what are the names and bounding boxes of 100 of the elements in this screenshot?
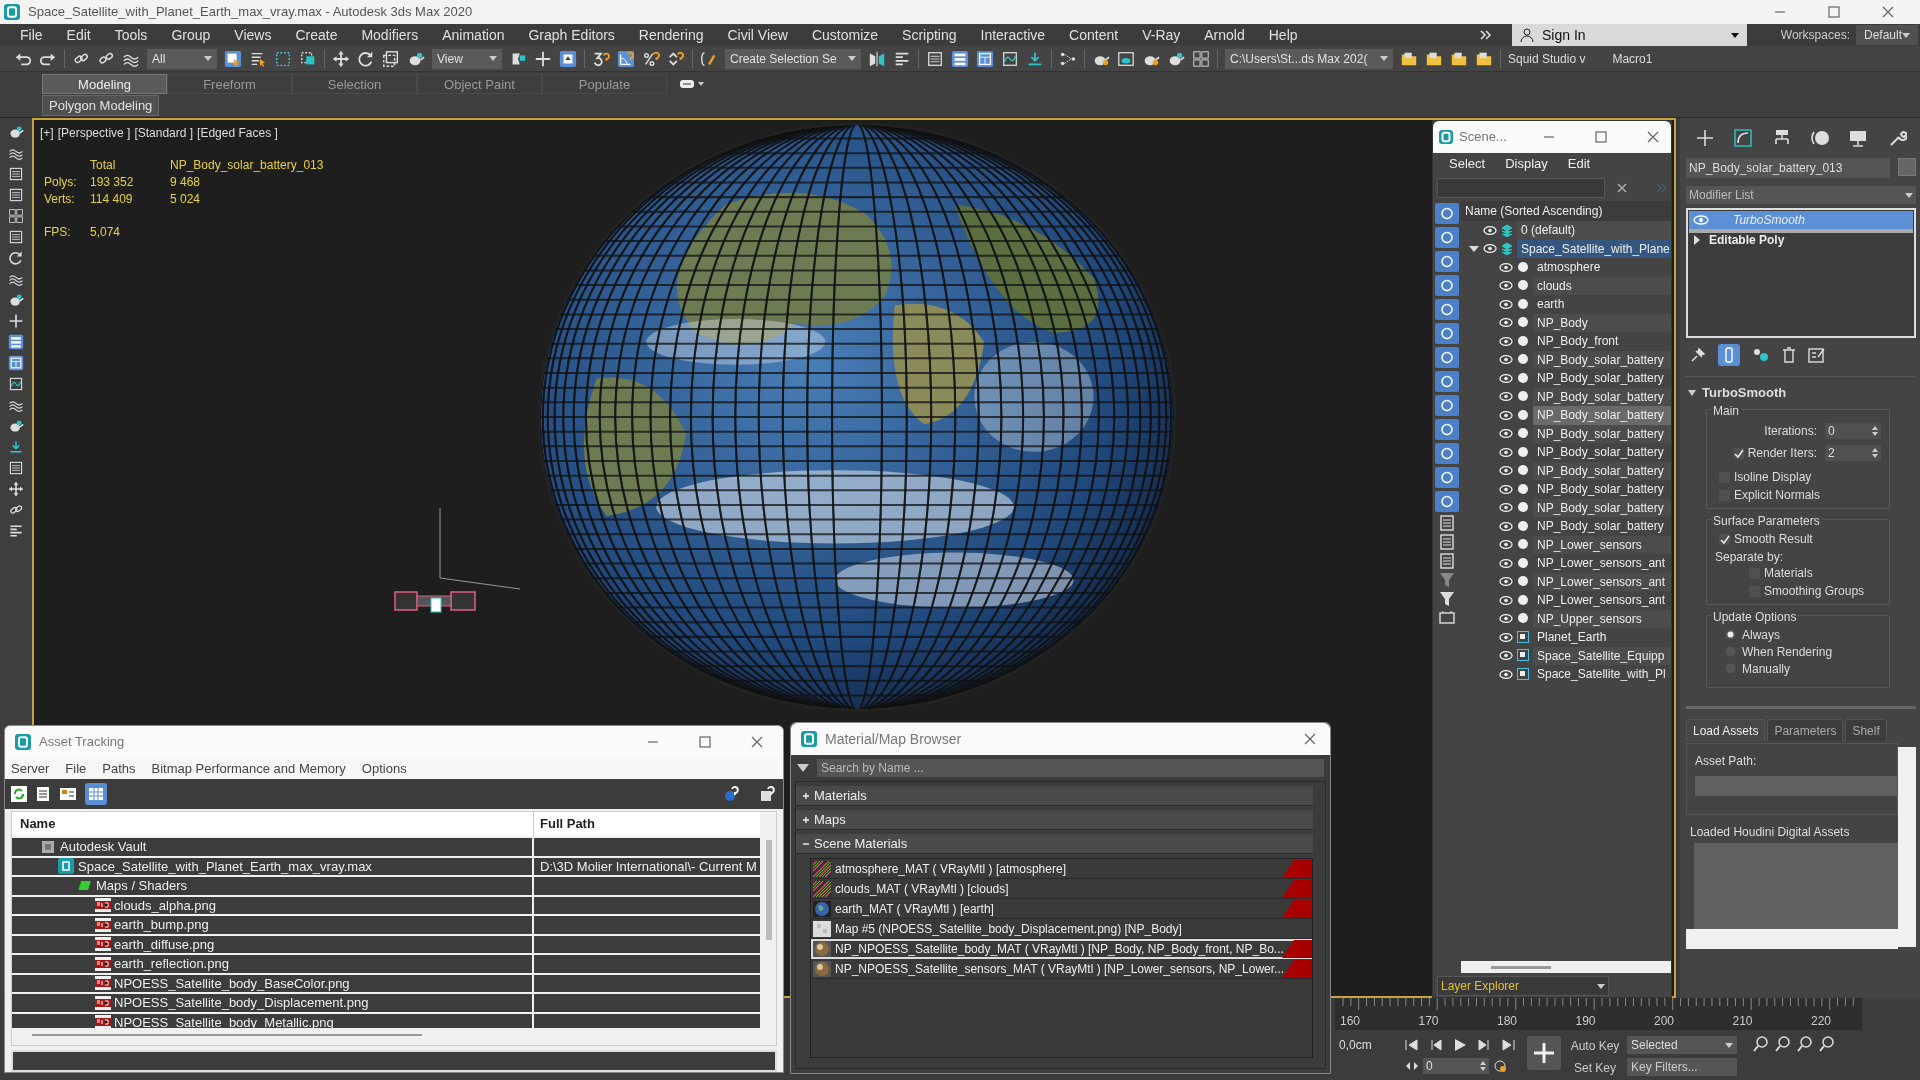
spinner-arrows-icon[interactable] — [1872, 448, 1878, 458]
menu-item[interactable]: Group — [159, 24, 223, 46]
rotate-icon[interactable] — [357, 49, 375, 68]
tree-item[interactable]: NP_Body_solar_battery — [1533, 517, 1671, 536]
list-icon[interactable] — [8, 460, 24, 476]
maximize-icon[interactable] — [1595, 131, 1607, 143]
project-folder-dropdown[interactable]: C:\Users\St...ds Max 202( — [1225, 48, 1393, 69]
asset-name[interactable]: Autodesk Vault — [60, 838, 147, 857]
rotate-icon[interactable] — [8, 250, 24, 266]
spinner-arrows-icon[interactable] — [1480, 1061, 1486, 1071]
visibility-eye-icon[interactable] — [1499, 614, 1513, 624]
make-unique-icon[interactable] — [1752, 347, 1770, 363]
menu-item[interactable]: Rendering — [626, 24, 716, 46]
scale-icon[interactable] — [382, 49, 400, 68]
radio-label[interactable]: Manually — [1742, 659, 1791, 678]
previous-frame-icon[interactable] — [1429, 1038, 1443, 1052]
category-header[interactable]: Scene Materials — [796, 834, 1313, 854]
object-name-field[interactable]: NP_Body_solar_battery_013 — [1686, 158, 1890, 178]
move-icon[interactable] — [8, 481, 24, 497]
modify-icon[interactable] — [1733, 128, 1754, 148]
menu-item[interactable]: V-Ray — [1130, 24, 1193, 46]
layers-icon[interactable] — [951, 49, 969, 68]
workspace-dropdown[interactable]: Default — [1855, 25, 1918, 45]
viewport-label[interactable]: [+] — [40, 124, 54, 142]
filter-toggle-icon[interactable] — [1435, 347, 1459, 368]
key-mode-icon[interactable] — [1405, 1060, 1419, 1072]
crosshair-icon[interactable] — [8, 313, 24, 329]
visibility-eye-icon[interactable] — [1499, 521, 1513, 531]
close-icon[interactable] — [751, 735, 763, 748]
tree-item[interactable]: earth — [1533, 295, 1671, 314]
zoom-all-icon[interactable] — [1775, 1036, 1791, 1052]
search-field[interactable]: Search by Name ... — [817, 759, 1324, 777]
list-toggle-icon[interactable] — [1439, 534, 1455, 550]
grid-icon[interactable] — [1192, 49, 1210, 68]
move-icon[interactable] — [332, 49, 350, 68]
visibility-eye-icon[interactable] — [1499, 466, 1513, 476]
filter-toggle-icon[interactable] — [1435, 419, 1459, 440]
tree-item[interactable]: NP_Body_solar_battery — [1533, 443, 1671, 462]
teapot-icon[interactable] — [8, 292, 24, 308]
more-icon[interactable] — [1480, 30, 1492, 40]
script-button[interactable]: Squid Studio v — [1508, 49, 1586, 68]
visibility-eye-icon[interactable] — [1499, 577, 1513, 587]
ribbon-tab[interactable]: Freeform — [167, 74, 292, 94]
viewport-label[interactable]: [Standard ] — [134, 124, 194, 142]
maximize-icon[interactable] — [1828, 6, 1840, 18]
tree-item[interactable]: NP_Lower_sensors — [1533, 535, 1671, 554]
visibility-eye-icon[interactable] — [1499, 595, 1513, 605]
filter-toggle-icon[interactable] — [1435, 227, 1459, 248]
panel-tab[interactable]: Shelf — [1845, 719, 1887, 741]
named-selection-dropdown[interactable]: Create Selection Se — [725, 48, 861, 69]
manipulate-icon[interactable] — [559, 49, 577, 68]
search-field[interactable] — [1437, 178, 1605, 198]
category-header[interactable]: Materials — [796, 786, 1313, 806]
list-icon[interactable] — [926, 49, 944, 68]
filter-toggle-icon[interactable] — [1435, 275, 1459, 296]
list-icon[interactable] — [8, 187, 24, 203]
menu-item[interactable]: Scripting — [890, 24, 969, 46]
filter-toggle-icon[interactable] — [1435, 251, 1459, 272]
asset-path-field[interactable] — [1695, 776, 1897, 796]
clear-icon[interactable] — [1617, 183, 1627, 193]
maximize-icon[interactable] — [699, 735, 711, 748]
menu-item[interactable]: Interactive — [968, 24, 1058, 46]
pin-icon[interactable] — [1690, 347, 1706, 363]
visibility-eye-icon[interactable] — [1483, 225, 1497, 235]
download-icon[interactable] — [8, 439, 24, 455]
ribbon-tab[interactable]: Modeling — [42, 74, 167, 94]
display-icon[interactable] — [1848, 128, 1869, 148]
tree-item[interactable]: NP_Body — [1533, 313, 1671, 332]
menu-item[interactable]: Help — [1256, 24, 1310, 46]
tree-item[interactable]: NP_Upper_sensors — [1533, 609, 1671, 628]
ribbon-options-icon[interactable] — [679, 78, 705, 90]
material-item[interactable]: earth_MAT ( VRayMtl ) [earth] — [811, 899, 1312, 919]
teapot-icon[interactable] — [8, 124, 24, 140]
visibility-eye-icon[interactable] — [1499, 355, 1513, 365]
material-item[interactable]: Map #5 (NPOESS_Satellite_body_Displacement.png) [NP_Body] — [811, 919, 1312, 939]
ribbon-tab[interactable]: Selection — [292, 74, 417, 94]
ribbon-tab[interactable]: Populate — [542, 74, 667, 94]
next-frame-icon[interactable] — [1477, 1038, 1491, 1052]
crosshair-icon[interactable] — [534, 49, 552, 68]
named-selection-icon[interactable] — [700, 49, 718, 68]
cursor-select-icon[interactable] — [224, 49, 242, 68]
table-view-icon[interactable] — [85, 783, 107, 806]
checkbox-checked-icon[interactable] — [1719, 533, 1730, 545]
spinner-field[interactable]: 2 — [1825, 445, 1881, 461]
frame-field[interactable]: 0 — [1423, 1058, 1489, 1074]
tree-item[interactable]: NP_Lower_sensors_ant — [1533, 591, 1671, 610]
modifier-list-dropdown[interactable]: Modifier List — [1686, 186, 1916, 204]
visibility-eye-icon[interactable] — [1499, 632, 1513, 642]
tree-item[interactable]: 0 (default) — [1517, 221, 1671, 240]
tree-item[interactable]: NP_Body_solar_battery — [1533, 406, 1671, 425]
help-icon[interactable] — [759, 785, 777, 804]
panel-tab[interactable]: Load Assets — [1686, 719, 1766, 741]
checkbox-label[interactable]: Smooth Result — [1734, 530, 1813, 548]
menu-item[interactable]: Select — [1449, 154, 1486, 174]
menu-item[interactable]: Content — [1057, 24, 1131, 46]
visibility-eye-icon[interactable] — [1499, 262, 1513, 272]
go-to-end-icon[interactable] — [1501, 1038, 1515, 1052]
filter-toggle-icon[interactable] — [1435, 323, 1459, 344]
motion-icon[interactable] — [1810, 128, 1831, 148]
ribbon-tab[interactable]: Object Paint — [417, 74, 542, 94]
